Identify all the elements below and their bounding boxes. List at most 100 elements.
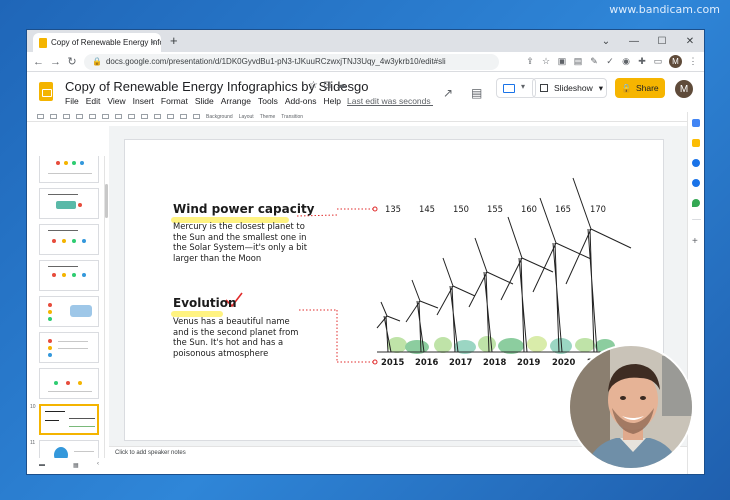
filmstrip-thumb[interactable]: [27, 260, 104, 292]
window-icon[interactable]: ▭: [653, 56, 663, 67]
contacts-icon[interactable]: [692, 179, 700, 187]
profile-avatar[interactable]: M: [669, 55, 682, 68]
browser-actions: ⇪ ☆ ▣ ▤ ✎ ✓ ◉ ✚ ▭ M ⋮: [525, 55, 698, 68]
toolbar-theme[interactable]: Theme: [260, 114, 276, 120]
toolbar-background[interactable]: Background: [206, 114, 233, 120]
account-avatar[interactable]: M: [675, 80, 693, 98]
wind-power-heading: Wind power capacity: [173, 202, 315, 216]
slideshow-button[interactable]: Slideshow ▾: [532, 78, 607, 98]
comments-icon[interactable]: ▤: [471, 86, 482, 100]
grid-view-icon[interactable]: ▦: [73, 462, 79, 469]
toolbar-layout[interactable]: Layout: [239, 114, 254, 120]
filmstrip-thumb[interactable]: [27, 224, 104, 256]
menu-view[interactable]: View: [107, 96, 125, 106]
chevron-down-icon[interactable]: ⌄: [592, 30, 620, 52]
year-label: 2020: [552, 357, 576, 367]
share-button[interactable]: 🔒 Share: [615, 78, 665, 98]
menu-arrange[interactable]: Arrange: [221, 96, 251, 106]
filmstrip-thumb[interactable]: [27, 368, 104, 400]
maps-icon[interactable]: [692, 199, 700, 207]
menu-addons[interactable]: Add-ons: [285, 96, 317, 106]
last-edit-link[interactable]: Last edit was seconds ago: [347, 96, 433, 106]
menu-format[interactable]: Format: [161, 96, 188, 106]
shape-icon[interactable]: [154, 114, 161, 119]
filmstrip-thumb[interactable]: [27, 332, 104, 364]
image-icon[interactable]: [141, 114, 148, 119]
menu-tools[interactable]: Tools: [258, 96, 278, 106]
menu-insert[interactable]: Insert: [133, 96, 154, 106]
forward-icon[interactable]: →: [50, 56, 61, 68]
extension-icon[interactable]: ▣: [557, 56, 567, 67]
title-actions: ☆⊡☁: [309, 80, 351, 91]
camera-icon[interactable]: ◉: [621, 56, 631, 67]
filmstrip-thumb[interactable]: [27, 156, 104, 184]
comment-icon[interactable]: [180, 114, 187, 119]
address-bar[interactable]: 🔒 docs.google.com/presentation/d/1DK0Gyv…: [84, 53, 499, 70]
menu-edit[interactable]: Edit: [86, 96, 101, 106]
body-line: the Solar System—it's only a bit: [173, 242, 308, 253]
star-icon[interactable]: ☆: [309, 80, 323, 91]
extension-icon[interactable]: ✓: [605, 56, 615, 67]
keep-icon[interactable]: [692, 139, 700, 147]
tab-close-icon[interactable]: ×: [151, 37, 156, 47]
puzzle-icon[interactable]: ✚: [637, 56, 647, 67]
back-icon[interactable]: ←: [33, 56, 44, 68]
url-text: docs.google.com/presentation/d/1DK0GyvdB…: [105, 57, 446, 66]
tasks-icon[interactable]: [692, 159, 700, 167]
browser-tab[interactable]: Copy of Renewable Energy Infog ×: [33, 33, 161, 52]
minimize-icon[interactable]: —: [620, 30, 648, 52]
filmstrip-scrollbar[interactable]: [105, 184, 108, 218]
slideshow-label: Slideshow: [554, 83, 593, 93]
filmstrip-thumb[interactable]: 11: [27, 440, 104, 458]
paint-format-icon[interactable]: [89, 114, 96, 119]
redo-icon[interactable]: [63, 114, 70, 119]
tab-strip: Copy of Renewable Energy Infog × + ⌄ — ☐…: [27, 30, 704, 52]
slides-logo-icon[interactable]: [39, 82, 53, 101]
body-line: larger than the Moon: [173, 252, 262, 263]
window-controls: ⌄ — ☐ ✕: [592, 30, 704, 52]
wind-power-body: Mercury is the closest planet to the Sun…: [173, 221, 318, 263]
editing-toolbar: Background Layout Theme Transition: [27, 112, 687, 122]
add-icon[interactable]: +: [692, 236, 700, 247]
chevron-down-icon[interactable]: ▾: [599, 83, 603, 94]
move-folder-icon[interactable]: ⊡: [323, 80, 336, 91]
calendar-icon[interactable]: [692, 119, 700, 127]
body-line: and is the second planet from: [173, 326, 299, 337]
activity-trend-icon[interactable]: ↗: [443, 86, 453, 100]
collapse-icon[interactable]: ‹: [97, 461, 99, 467]
list-view-icon[interactable]: ▬: [39, 462, 45, 468]
capacity-tick: 160: [521, 204, 537, 214]
text-box-icon[interactable]: [128, 114, 135, 119]
capacity-tick: 145: [419, 204, 435, 214]
menu-help[interactable]: Help: [324, 96, 341, 106]
menu-slide[interactable]: Slide: [195, 96, 214, 106]
present-button[interactable]: ▾: [496, 78, 536, 98]
filmstrip-thumb[interactable]: [27, 188, 104, 220]
share-label: Share: [635, 83, 659, 93]
extension-icon[interactable]: ✎: [589, 56, 599, 67]
undo-icon[interactable]: [50, 114, 57, 119]
year-axis-marker: [372, 359, 378, 365]
print-icon[interactable]: [76, 114, 83, 119]
menu-file[interactable]: File: [65, 96, 79, 106]
reload-icon[interactable]: ↻: [67, 55, 77, 68]
share-page-icon[interactable]: ⇪: [525, 56, 535, 67]
new-tab-button[interactable]: +: [170, 33, 178, 48]
close-icon[interactable]: ✕: [676, 30, 704, 52]
fill-color-icon[interactable]: [193, 114, 200, 119]
zoom-icon[interactable]: [102, 114, 109, 119]
toolbar-transition[interactable]: Transition: [281, 114, 303, 120]
line-icon[interactable]: [167, 114, 174, 119]
body-line: the Sun. It's hot and has a: [173, 337, 284, 348]
filmstrip-thumb-selected[interactable]: 10: [27, 404, 104, 436]
filmstrip-thumb[interactable]: [27, 296, 104, 328]
extension-icon[interactable]: ▤: [573, 56, 583, 67]
kebab-menu-icon[interactable]: ⋮: [688, 56, 698, 67]
select-icon[interactable]: [115, 114, 122, 119]
year-label: 2019: [517, 357, 541, 367]
new-slide-icon[interactable]: [37, 114, 44, 119]
cloud-status-icon[interactable]: ☁: [336, 80, 351, 91]
chevron-down-icon: ▾: [521, 82, 526, 91]
maximize-icon[interactable]: ☐: [648, 30, 676, 52]
bookmark-star-icon[interactable]: ☆: [541, 56, 551, 67]
